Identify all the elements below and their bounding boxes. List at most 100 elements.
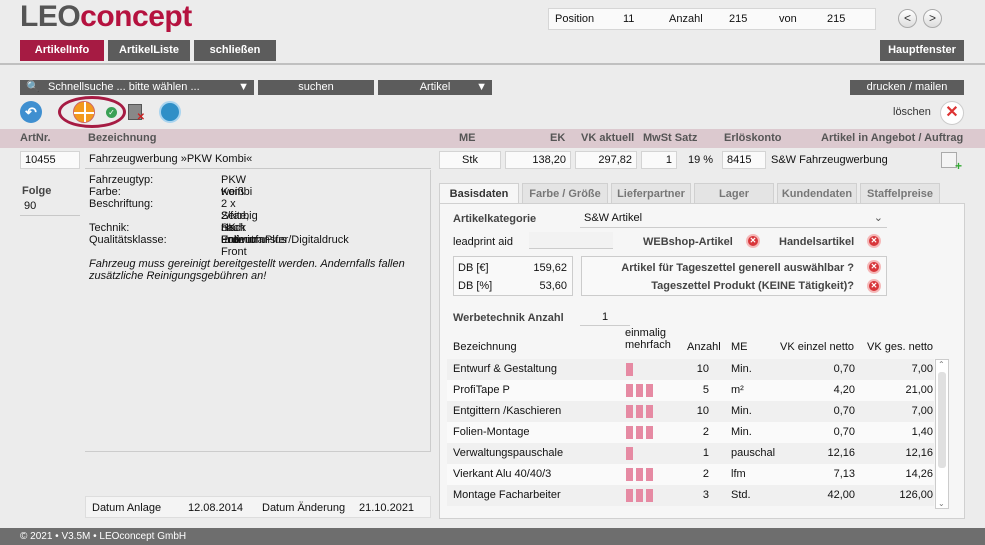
frequency-bar: [646, 468, 653, 481]
frequency-bar: [636, 468, 643, 481]
spec-key: Farbe:: [89, 186, 121, 198]
tab-kundendaten[interactable]: Kundendaten: [777, 183, 857, 204]
table-row[interactable]: Folien-Montage 2 Min. 0,70 1,40: [447, 422, 934, 443]
webshop-toggle-icon[interactable]: ✕: [746, 234, 760, 248]
kategorie-label: Artikelkategorie: [453, 213, 537, 225]
search-icon: 🔍: [26, 81, 40, 93]
print-mail-button[interactable]: drucken / mailen: [850, 80, 964, 95]
spec-row: Fahrzeugtyp: PKW Kombi: [89, 174, 252, 198]
quick-search-label: Schnellsuche ... bitte wählen ...: [48, 81, 200, 93]
vk-field[interactable]: 297,82: [575, 151, 637, 169]
table-row[interactable]: Entwurf & Gestaltung 10 Min. 0,70 7,00: [447, 359, 934, 380]
frequency-bar: [636, 426, 643, 439]
search-button[interactable]: suchen: [258, 80, 374, 95]
scroll-up-icon[interactable]: ⌃: [938, 360, 945, 369]
kategorie-value: S&W Artikel: [584, 212, 643, 224]
cell-vke: 0,70: [833, 363, 855, 375]
datum-aenderung: 21.10.2021: [359, 502, 415, 514]
table-scrollbar[interactable]: ⌃ ⌄: [935, 359, 949, 509]
tageszettel-label-2: Tageszettel Produkt (KEINE Tätigkeit)?: [651, 280, 854, 292]
undo-icon[interactable]: ↶: [20, 101, 42, 123]
spec-key: Fahrzeugtyp:: [89, 174, 154, 186]
tab-staffelpreise[interactable]: Staffelpreise: [860, 183, 940, 204]
header-mwst: MwSt Satz: [643, 132, 698, 144]
datum-aenderung-label: Datum Änderung: [262, 502, 346, 514]
cell-bez: Verwaltungspauschale: [453, 447, 564, 459]
mwst-pct: 19 %: [688, 154, 714, 166]
frequency-bar: [626, 489, 633, 502]
next-record-button[interactable]: >: [923, 9, 942, 28]
db-box: DB [€] 159,62 DB [%] 53,60: [453, 256, 573, 296]
artnr-field[interactable]: 10455: [20, 151, 80, 169]
frequency-bar: [626, 447, 633, 460]
table-row[interactable]: ProfiTape P 5 m² 4,20 21,00: [447, 380, 934, 401]
cell-bez: Entwurf & Gestaltung: [453, 363, 557, 375]
chevron-down-icon: ▼: [476, 81, 487, 93]
cell-bez: ProfiTape P: [453, 384, 510, 396]
add-to-offer-icon[interactable]: +: [941, 152, 962, 173]
of-value: 215: [827, 13, 846, 25]
werbe-field[interactable]: 1: [580, 309, 630, 326]
scroll-down-icon[interactable]: ⌄: [938, 499, 945, 508]
leadprint-field[interactable]: [529, 232, 613, 249]
db-eur-label: DB [€]: [458, 262, 489, 274]
delete-label: löschen: [893, 106, 931, 118]
main-window-button[interactable]: Hauptfenster: [880, 40, 964, 61]
me-field[interactable]: Stk: [439, 151, 501, 169]
table-row[interactable]: Montage Facharbeiter 3 Std. 42,00 126,00: [447, 485, 934, 506]
footer: © 2021 • V3.5M • LEOconcept GmbH: [0, 528, 985, 545]
th-einmalig: einmalig: [625, 327, 666, 339]
spec-row: Farbe: weiß: [89, 186, 244, 198]
bezeichnung-field[interactable]: Fahrzeugwerbung »PKW Kombi«: [85, 151, 431, 169]
header-artnr: ArtNr.: [20, 132, 51, 144]
tab-artikelliste[interactable]: ArtikelListe: [108, 40, 190, 61]
tab-farbe-groesse[interactable]: Farbe / Größe: [522, 183, 608, 204]
table-row[interactable]: Entgittern /Kaschieren 10 Min. 0,70 7,00: [447, 401, 934, 422]
th-mehrfach: mehrfach: [625, 339, 671, 351]
header-ek: EK: [550, 132, 566, 144]
frequency-bar: [626, 426, 633, 439]
tageszettel-toggle-icon-2[interactable]: ✕: [867, 279, 881, 293]
tab-basisdaten[interactable]: Basisdaten: [439, 183, 519, 205]
kategorie-select[interactable]: S&W Artikel ⌄: [580, 209, 887, 228]
cell-me: Min.: [731, 363, 752, 375]
description-area[interactable]: Fahrzeugtyp: PKW Kombi Farbe: weiß Beschrift…: [85, 170, 431, 452]
article-select[interactable]: Artikel ▼: [378, 80, 492, 95]
prev-record-button[interactable]: <: [898, 9, 917, 28]
cell-vkg: 12,16: [905, 447, 933, 459]
tab-lieferpartner[interactable]: Lieferpartner: [611, 183, 691, 204]
cell-anzahl: 1: [702, 447, 709, 459]
cell-me: m²: [731, 384, 744, 396]
frequency-bar: [636, 384, 643, 397]
app-logo: LEOconcept: [20, 0, 192, 33]
image-icon[interactable]: [159, 101, 181, 123]
db-pct-label: DB [%]: [458, 280, 493, 292]
table-row[interactable]: Verwaltungspauschale 1 pauschal 12,16 12,16: [447, 443, 934, 464]
spec-value: weiß: [221, 186, 245, 198]
spec-row: Qualitätsklasse: PremiumPlus: [89, 234, 286, 246]
target-icon[interactable]: [73, 101, 95, 123]
tab-lager[interactable]: Lager: [694, 183, 774, 204]
delete-icon[interactable]: ✕: [940, 101, 964, 125]
quick-search-select[interactable]: 🔍 Schnellsuche ... bitte wählen ... ▼: [20, 80, 254, 95]
ek-field[interactable]: 138,20: [505, 151, 571, 169]
position-value: 11: [623, 13, 635, 25]
cell-vkg: 7,00: [911, 405, 933, 417]
mwst-field[interactable]: 1: [641, 151, 677, 169]
close-button[interactable]: schließen: [194, 40, 276, 61]
header-vk: VK aktuell: [581, 132, 635, 144]
scroll-thumb[interactable]: [938, 372, 946, 468]
konto-field[interactable]: 8415: [722, 151, 766, 169]
cell-me: Min.: [731, 405, 752, 417]
handels-toggle-icon[interactable]: ✕: [867, 234, 881, 248]
frequency-bar: [646, 489, 653, 502]
delete-list-icon[interactable]: ✕: [128, 104, 145, 123]
table-row[interactable]: Vierkant Alu 40/40/3 2 lfm 7,13 14,26: [447, 464, 934, 485]
cell-bez: Vierkant Alu 40/40/3: [453, 468, 552, 480]
check-icon[interactable]: ✓: [106, 107, 117, 118]
folge-field[interactable]: 90: [20, 198, 80, 216]
header-erloes: Erlöskonto: [724, 132, 782, 144]
tab-artikelinfo[interactable]: ArtikelInfo: [20, 40, 104, 61]
webshop-label: WEBshop-Artikel: [643, 236, 733, 248]
tageszettel-toggle-icon-1[interactable]: ✕: [867, 260, 881, 274]
